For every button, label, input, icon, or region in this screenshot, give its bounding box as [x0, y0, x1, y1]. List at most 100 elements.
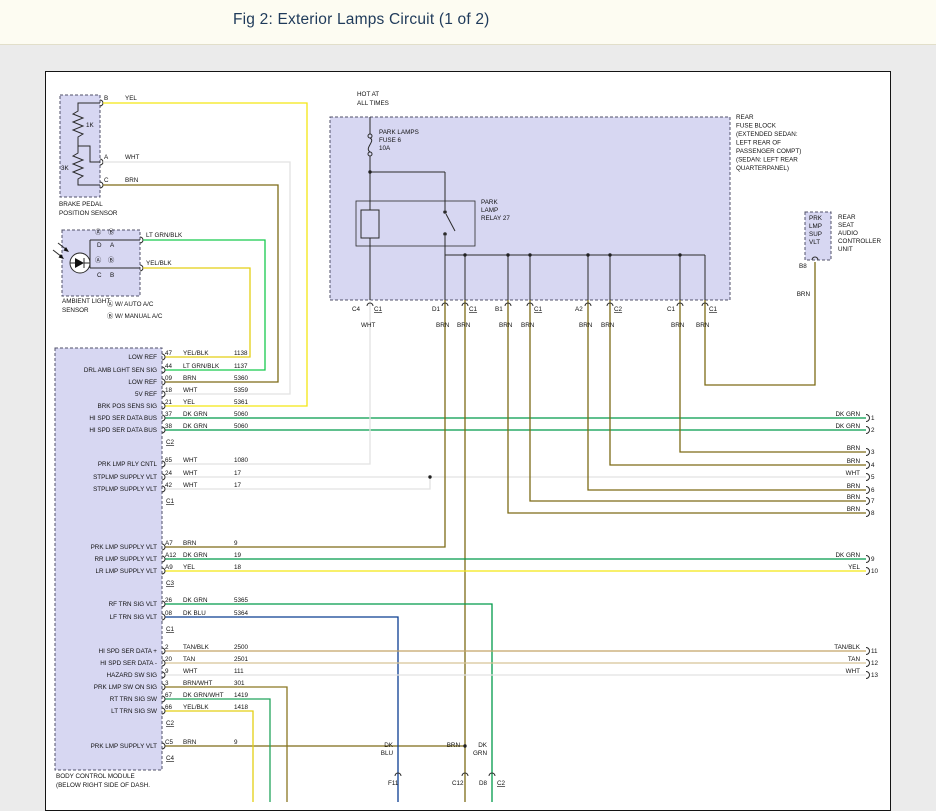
bcm-circuit-number: 19 — [234, 552, 242, 559]
bcm-wire-color: WHT — [183, 470, 197, 477]
fuse-block-connector-label: C2 — [614, 306, 623, 313]
fuse-block-wire-color: BRN — [601, 322, 615, 329]
bcm-pin-function: PRK LMP SW ON SIG — [94, 684, 157, 691]
stub-connector-arc — [866, 487, 870, 494]
fuse-block-location: (EXTENDED SEDAN: — [736, 131, 798, 138]
bcm-pin-number: 37 — [165, 411, 173, 418]
relay-label: LAMP — [481, 207, 498, 214]
pin-variant: Ⓑ — [108, 256, 115, 264]
bcm-pin-function: HI SPD SER DATA + — [99, 648, 158, 655]
fuse-block-location: REAR — [736, 114, 754, 121]
bcm-circuit-number: 1138 — [234, 350, 248, 357]
bcm-wire-color: YEL/BLK — [183, 704, 209, 711]
legend-manual-ac: Ⓑ W/ MANUAL A/C — [107, 312, 163, 320]
fuse-label: FUSE 6 — [379, 137, 402, 144]
stub-connector-arc — [866, 648, 870, 655]
stub-connector-arc — [866, 556, 870, 563]
fuse-block-connector-label: D1 — [432, 306, 441, 313]
component-name: AUDIO — [838, 230, 858, 237]
fuse-block-location: PASSENGER COMPT) — [736, 148, 801, 155]
wire-brn — [610, 300, 866, 465]
bcm-wire-color: WHT — [183, 387, 197, 394]
bcm-circuit-number: 2500 — [234, 644, 249, 651]
pin-letter: B — [104, 95, 108, 102]
stub-number: 9 — [871, 556, 875, 563]
bcm-wire-color: BRN — [183, 540, 197, 547]
bcm-circuit-number: 9 — [234, 540, 238, 547]
wire-color-label: YEL — [125, 95, 137, 102]
bcm-pin-function: RF TRN SIG VLT — [109, 601, 158, 608]
fuse-block-wire-color: BRN — [521, 322, 535, 329]
ambient-light-sensor: Ⓐ Ⓑ D A Ⓐ Ⓑ C B LT GRN/BLK YEL/BLK AMBIE… — [53, 228, 183, 320]
stub-number: 11 — [871, 648, 878, 655]
relay-contact — [443, 232, 447, 236]
wire-brn — [588, 300, 866, 490]
stub-number: 13 — [871, 672, 879, 679]
bcm-pin-number: 67 — [165, 692, 173, 699]
component-name: (BELOW RIGHT SIDE OF DASH. — [56, 782, 150, 789]
pin-number: B8 — [799, 263, 807, 270]
bcm-wire-color: DK GRN — [183, 411, 208, 418]
stub-number: 2 — [871, 427, 875, 434]
stub-connector-arc — [866, 510, 870, 517]
bcm-circuit-number: 5364 — [234, 610, 249, 617]
hot-at-label: ALL TIMES — [357, 100, 389, 107]
wire-wht — [165, 477, 430, 489]
bcm-circuit-number: 2501 — [234, 656, 249, 663]
component-name: UNIT — [838, 246, 853, 253]
bcm-wire-color: WHT — [183, 668, 197, 675]
bcm-circuit-number: 18 — [234, 564, 242, 571]
wire-color-label: YEL/BLK — [146, 260, 172, 267]
junction-dot — [678, 253, 681, 256]
bcm-wire-color: BRN/WHT — [183, 680, 213, 687]
junction-dot — [368, 170, 371, 173]
stub-connector-arc — [866, 568, 870, 575]
wire-color-label: BRN — [125, 177, 139, 184]
bcm-circuit-number: 5365 — [234, 597, 249, 604]
bcm-pin-function: STPLMP SUPPLY VLT — [93, 486, 157, 493]
stub-wire-color: TAN — [848, 656, 861, 663]
bcm-pin-function: DRL AMB LGHT SEN SIG — [84, 367, 157, 374]
component-name: BRAKE PEDAL — [59, 201, 103, 208]
junction-dot — [463, 744, 466, 747]
bcm-pin-number: 38 — [165, 423, 173, 430]
junction-dot — [428, 475, 431, 478]
stub-connector-arc — [866, 498, 870, 505]
junction-dot — [463, 253, 466, 256]
bcm-connector-label: C2 — [166, 720, 175, 727]
relay-label: PARK — [481, 199, 498, 206]
pin-letter: C — [97, 272, 102, 279]
pin-variant: Ⓑ — [108, 228, 115, 236]
bcm-pin-number: 08 — [165, 610, 173, 617]
bcm-wire-color: TAN — [183, 656, 196, 663]
bcm-circuit-number: 1418 — [234, 704, 249, 711]
bcm-wire-color: TAN/BLK — [183, 644, 210, 651]
bcm-circuit-number: 5359 — [234, 387, 249, 394]
component-name: POSITION SENSOR — [59, 210, 118, 217]
stub-connector-arc — [866, 415, 870, 422]
bcm-connector-label: C3 — [166, 580, 175, 587]
bcm-pin-function: BRK POS SENS SIG — [98, 403, 158, 410]
stub-number: 7 — [871, 498, 875, 505]
rear-audio-pin-function: SUP — [809, 231, 822, 238]
fuse-block-location: (SEDAN: LEFT REAR — [736, 157, 798, 164]
bcm-pin-number: 09 — [165, 375, 173, 382]
relay-label: RELAY 27 — [481, 215, 510, 222]
drop-wire-color: DK — [384, 742, 394, 749]
fuse-block-wire-color: BRN — [671, 322, 685, 329]
pin-letter: B — [110, 272, 114, 279]
wire-brn — [508, 300, 866, 513]
fuse-block-wire-color: WHT — [361, 322, 375, 329]
stub-wire-color: BRN — [847, 458, 861, 465]
wire-color-label: BRN — [797, 291, 811, 298]
wiring-diagram-svg: B A C YEL WHT BRN 1K 3K BRAKE PEDAL POSI… — [0, 0, 936, 810]
stub-number: 5 — [871, 474, 875, 481]
brake-pedal-position-sensor: B A C YEL WHT BRN 1K 3K BRAKE PEDAL POSI… — [59, 95, 139, 217]
fuse-block-connector-label: C1 — [667, 306, 676, 313]
bcm-wire-color: WHT — [183, 457, 197, 464]
fuse-label: 10A — [379, 145, 391, 152]
bcm-pin-number: 26 — [165, 597, 173, 604]
bcm-pin-number: 24 — [165, 470, 173, 477]
fuse-block-connector-label: C1 — [469, 306, 478, 313]
bcm-pin-number: 65 — [165, 457, 173, 464]
